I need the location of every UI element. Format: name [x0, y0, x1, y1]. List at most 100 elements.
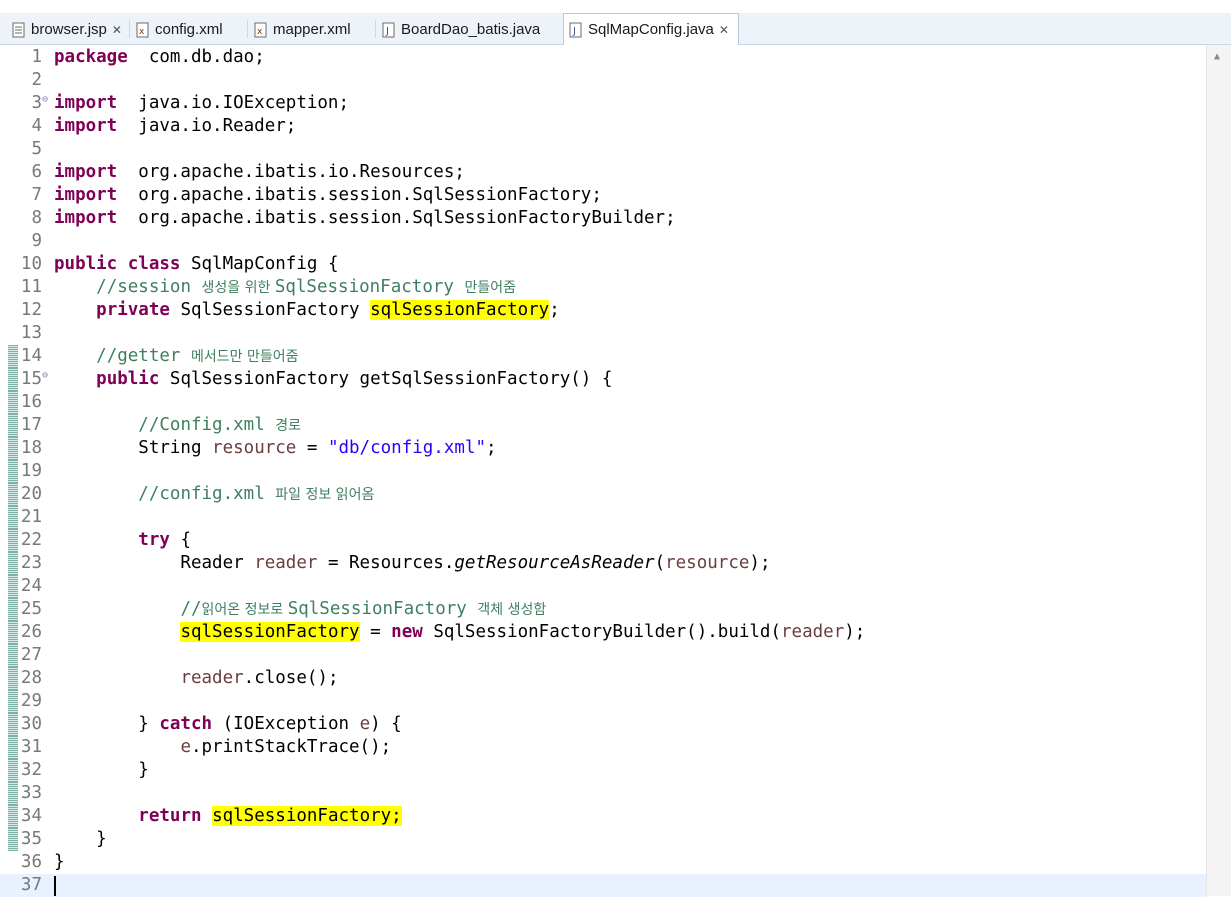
tab-browser-jsp[interactable]: browser.jsp ✕ [8, 15, 130, 44]
code-token: = [296, 438, 328, 458]
keyword-token: import [54, 116, 118, 136]
line-number: 19 [20, 461, 42, 481]
code-line[interactable]: 24 [0, 575, 1207, 598]
code-token: com.db.dao; [127, 47, 265, 67]
line-number: 22 [20, 530, 42, 550]
code-line[interactable]: 32 } [0, 759, 1207, 782]
change-marker [8, 713, 18, 736]
code-text: //getter 메서드만 만들어줌 [54, 345, 298, 369]
line-number: 25 [20, 599, 42, 619]
code-line[interactable]: 12 private SqlSessionFactory sqlSessionF… [0, 299, 1207, 322]
tab-boarddao-batis-java[interactable]: J BoardDao_batis.java [378, 15, 554, 44]
code-line[interactable]: 26 sqlSessionFactory = new SqlSessionFac… [0, 621, 1207, 644]
code-line[interactable]: 20 //config.xml 파일 정보 읽어옴 [0, 483, 1207, 506]
code-line[interactable]: 37 [0, 874, 1207, 897]
code-token: } [54, 714, 160, 734]
comment-token: 만들어줌 [464, 280, 517, 296]
keyword-token: new [391, 622, 423, 642]
line-number: 21 [20, 507, 42, 527]
code-line[interactable]: 4 import java.io.Reader; [0, 115, 1207, 138]
tab-sqlmapconfig-java[interactable]: J SqlMapConfig.java ✕ [563, 13, 739, 45]
code-token: SqlSessionFactory getSqlSessionFactory()… [159, 369, 613, 389]
code-line[interactable]: 17 //Config.xml 경로 [0, 414, 1207, 437]
change-marker [8, 345, 18, 368]
change-marker [8, 552, 18, 575]
fold-toggle-icon[interactable]: ⊖ [42, 364, 48, 387]
code-line[interactable]: 34 return sqlSessionFactory; [0, 805, 1207, 828]
change-marker [8, 828, 18, 851]
code-line[interactable]: 15 ⊖ public SqlSessionFactory getSqlSessi… [0, 368, 1207, 391]
vertical-scrollbar[interactable]: ▲ [1206, 45, 1231, 896]
code-text: } catch (IOException e) { [54, 713, 402, 736]
tab-mapper-xml[interactable]: x mapper.xml [250, 15, 370, 44]
code-line[interactable]: 2 [0, 69, 1207, 92]
code-line[interactable]: 31 e.printStackTrace(); [0, 736, 1207, 759]
text-caret [54, 876, 56, 896]
comment-token: //Config.xml [138, 415, 276, 435]
change-marker [8, 644, 18, 667]
code-line[interactable]: 14 //getter 메서드만 만들어줌 [0, 345, 1207, 368]
code-line[interactable]: 8 import org.apache.ibatis.session.SqlSes… [0, 207, 1207, 230]
code-line[interactable]: 27 [0, 644, 1207, 667]
code-line[interactable]: 16 [0, 391, 1207, 414]
tab-config-xml[interactable]: x config.xml [132, 15, 244, 44]
code-line[interactable]: 10 public class SqlMapConfig { [0, 253, 1207, 276]
code-line[interactable]: 11 //session 생성을 위한 SqlSessionFactory 만들… [0, 276, 1207, 299]
close-tab-icon[interactable]: ✕ [719, 23, 729, 37]
code-text: return sqlSessionFactory; [54, 805, 402, 828]
code-token: resource [212, 438, 297, 458]
line-number: 12 [20, 300, 42, 320]
change-marker [8, 782, 18, 805]
code-line[interactable]: 19 [0, 460, 1207, 483]
code-text: String resource = "db/config.xml"; [54, 437, 496, 460]
code-token: ) { [370, 714, 402, 734]
code-text: try { [54, 529, 191, 552]
code-line[interactable]: 6 import org.apache.ibatis.io.Resources; [0, 161, 1207, 184]
code-line[interactable]: 30 } catch (IOException e) { [0, 713, 1207, 736]
code-line[interactable]: 25 //읽어온 정보로 SqlSessionFactory 객체 생성함 [0, 598, 1207, 621]
code-line[interactable]: 1 package com.db.dao; [0, 46, 1207, 69]
comment-token: //session [96, 277, 202, 297]
code-line[interactable]: 21 [0, 506, 1207, 529]
code-token: e [180, 737, 191, 757]
line-number: 16 [20, 392, 42, 412]
code-line[interactable]: 7 import org.apache.ibatis.session.SqlSes… [0, 184, 1207, 207]
code-line[interactable]: 36} [0, 851, 1207, 874]
code-line[interactable]: 33 [0, 782, 1207, 805]
string-token: "db/config.xml" [327, 438, 486, 458]
code-line[interactable]: 28 reader.close(); [0, 667, 1207, 690]
highlighted-occurrence: sqlSessionFactory; [212, 806, 402, 826]
code-line[interactable]: 5 [0, 138, 1207, 161]
code-line[interactable]: 22 try { [0, 529, 1207, 552]
code-line[interactable]: 3 ⊖ import java.io.IOException; [0, 92, 1207, 115]
line-number: 3 [31, 93, 42, 113]
line-number: 32 [20, 760, 42, 780]
line-number: 27 [20, 645, 42, 665]
tab-separator [375, 20, 376, 38]
line-number: 14 [20, 346, 42, 366]
fold-toggle-icon[interactable]: ⊖ [42, 88, 48, 111]
close-tab-icon[interactable]: ✕ [112, 23, 122, 37]
code-line[interactable]: 9 [0, 230, 1207, 253]
keyword-token: import [54, 208, 118, 228]
comment-token: SqlSessionFactory [287, 599, 478, 619]
code-line[interactable]: 23 Reader reader = Resources.getResource… [0, 552, 1207, 575]
code-line[interactable]: 13 [0, 322, 1207, 345]
java-file-icon: J [569, 22, 583, 38]
comment-token: //getter [96, 346, 191, 366]
scroll-up-icon[interactable]: ▲ [1214, 51, 1220, 62]
code-line[interactable]: 18 String resource = "db/config.xml"; [0, 437, 1207, 460]
tab-label: SqlMapConfig.java [588, 21, 714, 38]
tab-label: config.xml [155, 21, 223, 38]
code-line[interactable]: 35 } [0, 828, 1207, 851]
change-marker [8, 483, 18, 506]
change-marker [8, 506, 18, 529]
code-text: import org.apache.ibatis.session.SqlSess… [54, 184, 602, 207]
line-number: 37 [20, 875, 42, 895]
code-line[interactable]: 29 [0, 690, 1207, 713]
svg-text:J: J [572, 26, 576, 37]
line-number: 18 [20, 438, 42, 458]
code-editor[interactable]: 1 package com.db.dao; 2 3 ⊖ import java.io.IO… [0, 45, 1231, 897]
code-text: //session 생성을 위한 SqlSessionFactory 만들어줌 [54, 276, 516, 300]
